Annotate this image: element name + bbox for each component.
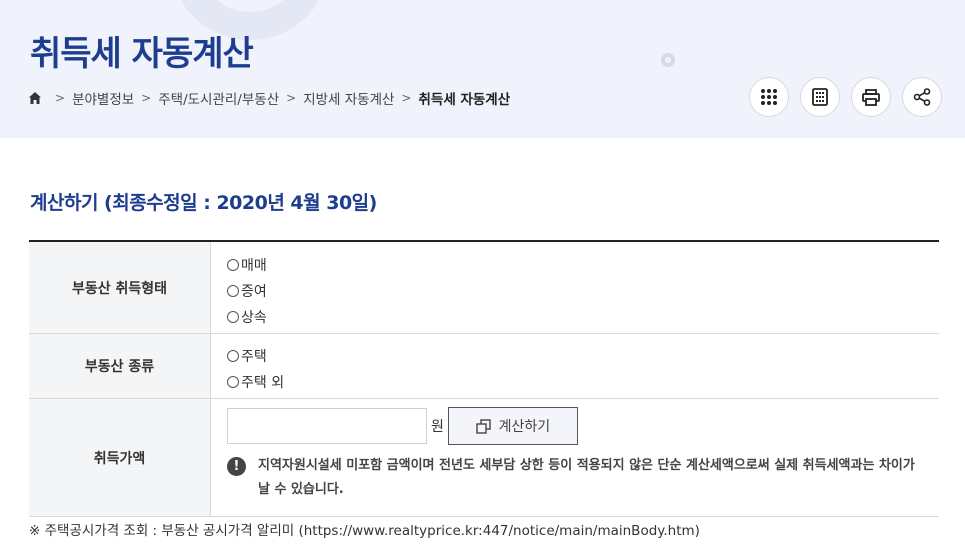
tool-buttons — [749, 77, 942, 117]
radio-circle-icon — [227, 259, 239, 271]
decorative-dot — [661, 53, 675, 67]
breadcrumb: > 분야별정보 > 주택/도시관리/부동산 > 지방세 자동계산 > 취득세 자… — [28, 88, 510, 108]
property-type-options: 주택 주택 외 — [211, 334, 939, 398]
radio-inheritance[interactable]: 상속 — [227, 304, 939, 330]
radio-housing[interactable]: 주택 — [227, 343, 939, 369]
share-button[interactable] — [902, 77, 942, 117]
notice-text: 지역자원시설세 미포함 금액이며 전년도 세부담 상한 등이 적용되지 않은 단… — [258, 458, 915, 497]
breadcrumb-item-current: 취득세 자동계산 — [418, 92, 511, 108]
radio-circle-icon — [227, 285, 239, 297]
property-type-label: 부동산 종류 — [29, 334, 211, 398]
share-icon — [913, 88, 931, 106]
page-header: 취득세 자동계산 > 분야별정보 > 주택/도시관리/부동산 > 지방세 자동계… — [0, 0, 965, 138]
page-title: 취득세 자동계산 — [30, 34, 254, 74]
breadcrumb-item-field-info[interactable]: 분야별정보 — [72, 88, 134, 108]
property-type-row: 부동산 종류 주택 주택 외 — [29, 334, 939, 399]
radio-sale[interactable]: 매매 — [227, 252, 939, 278]
menu-button[interactable] — [749, 77, 789, 117]
calculation-form: 부동산 취득형태 매매 증여 상속 부동산 종류 주택 주택 외 취득가액 원 … — [29, 240, 939, 517]
chevron-right-icon: > — [141, 91, 152, 105]
currency-unit: 원 — [431, 419, 444, 435]
section-title: 계산하기 (최종수정일 : 2020년 4월 30일) — [30, 192, 377, 214]
calculate-button[interactable]: 계산하기 — [447, 407, 578, 445]
calculator-icon — [812, 88, 828, 106]
chevron-right-icon: > — [286, 91, 297, 105]
breadcrumb-item-housing[interactable]: 주택/도시관리/부동산 — [158, 88, 279, 108]
chevron-right-icon: > — [55, 91, 66, 105]
footnote: ※ 주택공시가격 조회 : 부동산 공시가격 알리미 (https://www.… — [29, 523, 700, 539]
acquisition-price-cell: 원 계산하기 ! 지역자원시설세 미포함 금액이며 전년도 세부담 상한 등이 … — [211, 399, 939, 516]
radio-non-housing[interactable]: 주택 외 — [227, 369, 939, 395]
radio-label: 주택 — [241, 349, 267, 365]
home-icon[interactable] — [28, 91, 42, 105]
acquisition-price-row: 취득가액 원 계산하기 ! 지역자원시설세 미포함 금액이며 전년도 세부담 상… — [29, 399, 939, 517]
radio-gift[interactable]: 증여 — [227, 278, 939, 304]
calculator-button[interactable] — [800, 77, 840, 117]
calculation-notice: ! 지역자원시설세 미포함 금액이며 전년도 세부담 상한 등이 적용되지 않은… — [227, 457, 939, 502]
calculate-button-label: 계산하기 — [498, 419, 551, 435]
radio-label: 주택 외 — [241, 375, 285, 391]
acquisition-type-row: 부동산 취득형태 매매 증여 상속 — [29, 242, 939, 334]
price-input-line: 원 계산하기 — [227, 407, 939, 445]
breadcrumb-item-local-tax[interactable]: 지방세 자동계산 — [303, 88, 394, 108]
menu-icon — [761, 89, 777, 105]
acquisition-type-label: 부동산 취득형태 — [29, 242, 211, 333]
copy-icon — [475, 418, 491, 434]
radio-circle-icon — [227, 350, 239, 362]
acquisition-price-input[interactable] — [227, 408, 427, 444]
chevron-right-icon: > — [401, 91, 412, 105]
radio-label: 매매 — [241, 258, 267, 274]
acquisition-type-options: 매매 증여 상속 — [211, 242, 939, 333]
print-button[interactable] — [851, 77, 891, 117]
radio-label: 증여 — [241, 284, 267, 300]
radio-circle-icon — [227, 311, 239, 323]
acquisition-price-label: 취득가액 — [29, 399, 211, 516]
print-icon — [862, 88, 880, 106]
radio-label: 상속 — [241, 310, 267, 326]
radio-circle-icon — [227, 376, 239, 388]
exclamation-icon: ! — [227, 457, 246, 476]
